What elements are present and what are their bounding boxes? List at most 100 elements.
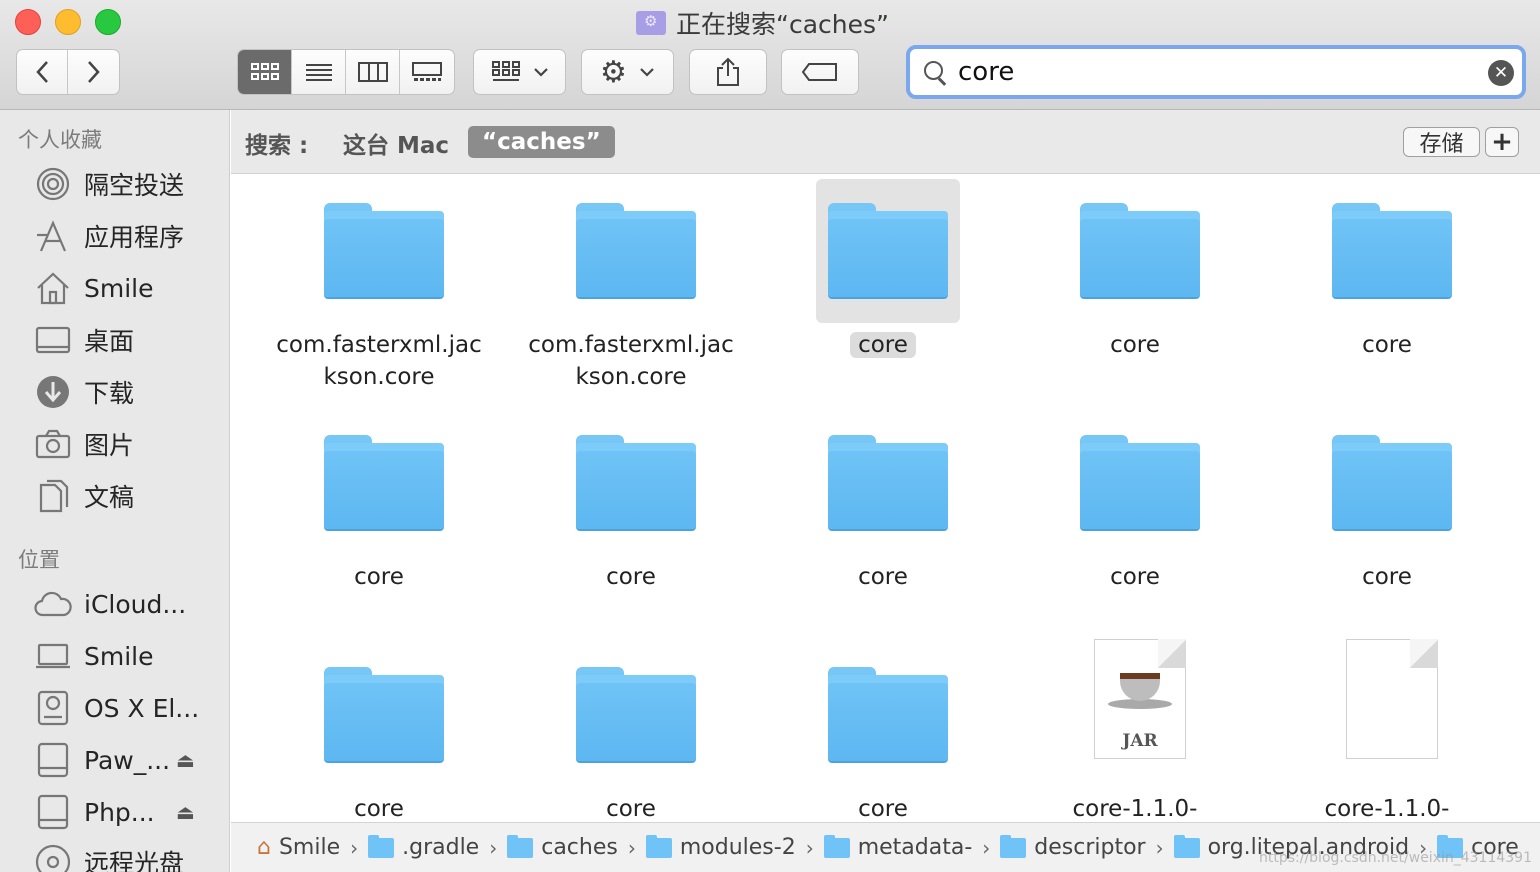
file-name: core-1.1.0- [1009,793,1261,821]
search-field[interactable]: ✕ [906,45,1526,99]
path-crumb[interactable]: .gradle › [368,834,497,860]
chevron-right-icon: › [627,835,636,860]
file-icon-area [1320,179,1464,323]
chevron-right-icon [87,61,100,83]
sidebar-item-airdrop[interactable]: 隔空投送 [34,164,224,204]
file-name-line: core [1110,332,1160,358]
folder-icon [324,203,444,299]
edit-tags-button[interactable] [781,49,859,95]
results-grid: com.fasterxml.jac kson.core com.fasterxml.… [231,175,1540,821]
watermark: https://blog.csdn.net/weixin_43114391 [1258,850,1532,866]
sidebar-item-desktop[interactable]: 桌面 [34,320,224,360]
sidebar-item-label: Paw_... [84,745,171,775]
close-window-button[interactable] [15,9,41,35]
file-name: core [1009,329,1261,361]
file-icon-area [1320,639,1464,787]
file-name-line: core [606,796,656,821]
download-icon [34,375,72,409]
cloud-icon [34,587,72,621]
add-criteria-button[interactable]: + [1485,127,1519,157]
disk-icon [34,690,72,726]
file-name-line: core [1362,564,1412,590]
sidebar-item-pictures[interactable]: 图片 [34,424,224,464]
chevron-right-icon: › [1155,835,1164,860]
sidebar-item-computer[interactable]: Smile [34,636,224,676]
sidebar-item-label: 桌面 [84,327,135,356]
path-crumb[interactable]: metadata- › [823,834,990,860]
sidebar-header-locations: 位置 [18,548,60,572]
action-menu-button[interactable]: ⚙ [581,49,674,95]
back-button[interactable] [17,50,68,94]
tag-icon [801,63,837,81]
forward-button[interactable] [68,50,119,94]
scope-this-mac[interactable]: 这台 Mac [343,126,449,160]
file-name-line: core [354,796,404,821]
path-crumb[interactable]: ⌂ Smile › [257,835,358,860]
applications-icon [34,219,72,253]
path-crumb[interactable]: modules-2 › [645,834,814,860]
file-name-line: core [1110,564,1160,590]
zoom-window-button[interactable] [95,9,121,35]
documents-icon [34,479,72,513]
sidebar-item-label: 应用程序 [84,223,185,252]
file-name-line: kson.core [575,364,687,390]
sidebar-item-applications[interactable]: 应用程序 [34,216,224,256]
folder-icon [828,435,948,531]
sidebar-item-php-drive[interactable]: Php... [34,792,224,832]
file-icon-area: JAR [1068,639,1212,787]
path-crumb[interactable]: descriptor › [1000,834,1164,860]
file-icon-area [564,179,708,323]
window-title-text: 正在搜索“caches” [676,10,889,39]
eject-icon[interactable]: ⏏ [176,748,195,772]
search-input[interactable] [958,57,1478,87]
sidebar-item-paw-drive[interactable]: Paw_... [34,740,224,780]
folder-icon [828,667,948,763]
scope-caches[interactable]: “caches” [468,126,615,158]
file-name: com.fasterxml.jac kson.core [253,329,505,393]
window-title: 正在搜索“caches” [636,6,889,40]
column-view-button[interactable] [346,50,400,94]
gallery-view-button[interactable] [400,50,454,94]
folder-icon [324,667,444,763]
file-icon-area [816,179,960,323]
icon-view-button[interactable] [238,50,292,94]
gear-icon: ⚙ [600,54,627,90]
path-crumb-label: descriptor [1034,835,1146,860]
column-view-icon [357,62,388,82]
sidebar-item-icloud[interactable]: iCloud... [34,584,224,624]
folder-icon [645,834,672,858]
chevron-down-icon [640,68,654,77]
group-by-button[interactable] [473,49,566,95]
file-icon-area [816,643,960,787]
file-name: core [757,329,1009,361]
path-crumb[interactable]: caches › [507,834,636,860]
clear-search-icon[interactable]: ✕ [1488,60,1514,86]
sidebar-item-remote-disc[interactable]: 远程光盘 [34,842,224,872]
file-name-line: core [354,564,404,590]
sidebar-item-documents[interactable]: 文稿 [34,476,224,516]
folder-icon [1080,435,1200,531]
file-name-line: core [858,564,908,590]
file-name: core [757,561,1009,593]
sidebar-item-home[interactable]: Smile [34,268,224,308]
search-scope-label: 搜索 : [245,133,309,159]
eject-icon[interactable]: ⏏ [176,800,195,824]
chevron-right-icon: › [350,835,359,860]
laptop-icon [34,639,72,673]
share-button[interactable] [689,49,767,95]
sidebar-item-os-disk[interactable]: OS X El... [34,688,224,728]
folder-icon [576,667,696,763]
finder-window: 正在搜索“caches” [0,0,1540,872]
folder-icon [324,435,444,531]
sidebar-item-label: 图片 [84,431,135,460]
file-icon-area [1320,411,1464,555]
chevron-right-icon: › [805,835,814,860]
path-crumb-label: caches [541,835,618,860]
gallery-view-icon [412,62,442,81]
file-name: com.fasterxml.jac kson.core [505,329,757,393]
sidebar-item-downloads[interactable]: 下载 [34,372,224,412]
file-name: core-1.1.0- [1261,793,1513,821]
save-search-button[interactable]: 存储 [1403,127,1480,157]
list-view-button[interactable] [292,50,346,94]
minimize-window-button[interactable] [55,9,81,35]
